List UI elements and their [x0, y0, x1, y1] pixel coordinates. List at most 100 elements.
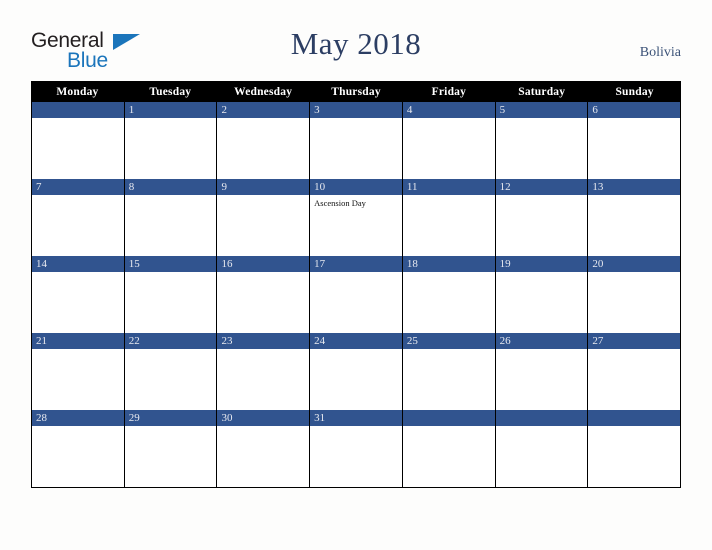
day-number: 4 — [406, 103, 413, 116]
calendar-week-row: 1 2 3 4 5 6 — [32, 102, 682, 179]
weekday-header-monday: Monday — [56, 85, 99, 98]
calendar-day-cell[interactable]: 13 — [588, 179, 682, 256]
calendar-day-cell[interactable]: 3 — [310, 102, 403, 179]
day-number-bar: 20 — [588, 256, 681, 272]
calendar-day-cell-empty[interactable] — [32, 102, 125, 179]
calendar-day-cell[interactable]: 27 — [588, 333, 682, 410]
calendar-day-cell[interactable]: 31 — [310, 410, 403, 487]
calendar-day-cell[interactable]: 5 — [495, 102, 589, 179]
day-events — [588, 118, 680, 179]
day-events — [32, 426, 124, 487]
calendar-day-cell[interactable]: 2 — [217, 102, 311, 179]
day-number-bar: 1 — [124, 102, 217, 118]
calendar-day-cell[interactable]: 17 — [310, 256, 403, 333]
day-number-bar: 15 — [124, 256, 217, 272]
day-events — [125, 118, 217, 179]
calendar-day-cell[interactable]: 28 — [32, 410, 125, 487]
day-number: 23 — [221, 334, 233, 347]
day-number-bar: 4 — [402, 102, 495, 118]
day-number: 11 — [406, 180, 418, 193]
calendar-day-cell[interactable]: 8 — [124, 179, 218, 256]
day-number-bar: 22 — [124, 333, 217, 349]
calendar-day-cell[interactable]: 26 — [495, 333, 589, 410]
calendar-grid: Monday Tuesday Wednesday Thursday Friday… — [31, 81, 682, 488]
calendar-page: General Blue May 2018 Bolivia Monday Tue… — [0, 0, 712, 550]
day-number: 6 — [592, 103, 598, 116]
day-number-bar: 28 — [32, 410, 124, 426]
calendar-day-cell[interactable]: 11 — [402, 179, 496, 256]
day-events — [403, 349, 495, 410]
calendar-day-cell[interactable]: 6 — [588, 102, 682, 179]
calendar-day-cell[interactable]: 21 — [32, 333, 125, 410]
calendar-day-cell[interactable]: 9 — [217, 179, 311, 256]
day-events — [496, 426, 588, 487]
calendar-day-cell[interactable]: 30 — [217, 410, 311, 487]
weekday-header-thursday: Thursday — [331, 85, 381, 98]
calendar-day-cell[interactable]: 15 — [124, 256, 218, 333]
day-number-bar: 27 — [588, 333, 681, 349]
country-label: Bolivia — [639, 45, 681, 60]
day-events — [217, 118, 309, 179]
day-number: 8 — [128, 180, 135, 193]
calendar-day-cell[interactable]: 7 — [32, 179, 125, 256]
calendar-day-cell-empty[interactable] — [588, 410, 682, 487]
day-events — [403, 272, 495, 333]
day-number: 29 — [128, 411, 140, 424]
day-events — [32, 195, 124, 256]
day-events — [310, 349, 402, 410]
day-number: 28 — [36, 411, 47, 424]
calendar-weeks: 1 2 3 4 5 6 7 8 9 10 Ascension Day 11 12 13 14 15 16 17 18… — [31, 102, 682, 488]
day-events — [32, 349, 124, 410]
page-title: May 2018 — [290, 26, 422, 61]
calendar-day-cell[interactable]: 12 — [495, 179, 589, 256]
calendar-day-cell[interactable]: 24 — [310, 333, 403, 410]
day-number: 14 — [36, 257, 47, 270]
day-events — [125, 349, 217, 410]
day-events: Ascension Day — [310, 195, 402, 256]
calendar-day-cell[interactable]: 19 — [495, 256, 589, 333]
weekday-header-row: Monday Tuesday Wednesday Thursday Friday… — [31, 81, 681, 102]
day-number: 3 — [314, 103, 320, 116]
calendar-week-row: 28 29 30 31 — [32, 410, 682, 487]
calendar-day-cell[interactable]: 23 — [217, 333, 311, 410]
day-number: 7 — [36, 180, 42, 193]
calendar-day-cell[interactable]: 25 — [402, 333, 496, 410]
day-number: 5 — [499, 103, 506, 116]
day-events — [403, 426, 495, 487]
calendar-day-cell[interactable]: 4 — [402, 102, 496, 179]
calendar-day-cell[interactable]: 14 — [32, 256, 125, 333]
day-number-bar: 9 — [217, 179, 310, 195]
day-number: 9 — [221, 180, 227, 193]
calendar-day-cell[interactable]: 29 — [124, 410, 218, 487]
day-number-bar: 17 — [310, 256, 402, 272]
calendar-day-cell[interactable]: 1 — [124, 102, 218, 179]
day-number-bar: 19 — [495, 256, 588, 272]
day-number-bar — [402, 410, 495, 426]
calendar-day-cell-empty[interactable] — [495, 410, 589, 487]
day-number: 16 — [221, 257, 233, 270]
day-events — [125, 426, 217, 487]
day-number-bar: 24 — [310, 333, 402, 349]
calendar-day-cell[interactable]: 16 — [217, 256, 311, 333]
day-number-bar: 5 — [495, 102, 588, 118]
day-events — [125, 195, 217, 256]
calendar-day-cell-empty[interactable] — [402, 410, 496, 487]
day-number: 26 — [499, 334, 511, 347]
day-events — [125, 272, 217, 333]
day-number-bar: 31 — [310, 410, 402, 426]
calendar-week-row: 7 8 9 10 Ascension Day 11 12 13 — [32, 179, 682, 256]
day-events — [310, 272, 402, 333]
calendar-day-cell[interactable]: 18 — [402, 256, 496, 333]
day-number: 12 — [499, 180, 511, 193]
weekday-header-sunday: Sunday — [615, 85, 654, 98]
weekday-header-saturday: Saturday — [518, 85, 566, 98]
day-events — [588, 349, 680, 410]
calendar-week-row: 21 22 23 24 25 26 27 — [32, 333, 682, 410]
calendar-day-cell[interactable]: 10 Ascension Day — [310, 179, 403, 256]
day-number-bar: 16 — [217, 256, 310, 272]
weekday-header-tuesday: Tuesday — [149, 85, 192, 98]
calendar-day-cell[interactable]: 20 — [588, 256, 682, 333]
day-number: 15 — [128, 257, 140, 270]
day-number-bar: 21 — [32, 333, 124, 349]
calendar-day-cell[interactable]: 22 — [124, 333, 218, 410]
